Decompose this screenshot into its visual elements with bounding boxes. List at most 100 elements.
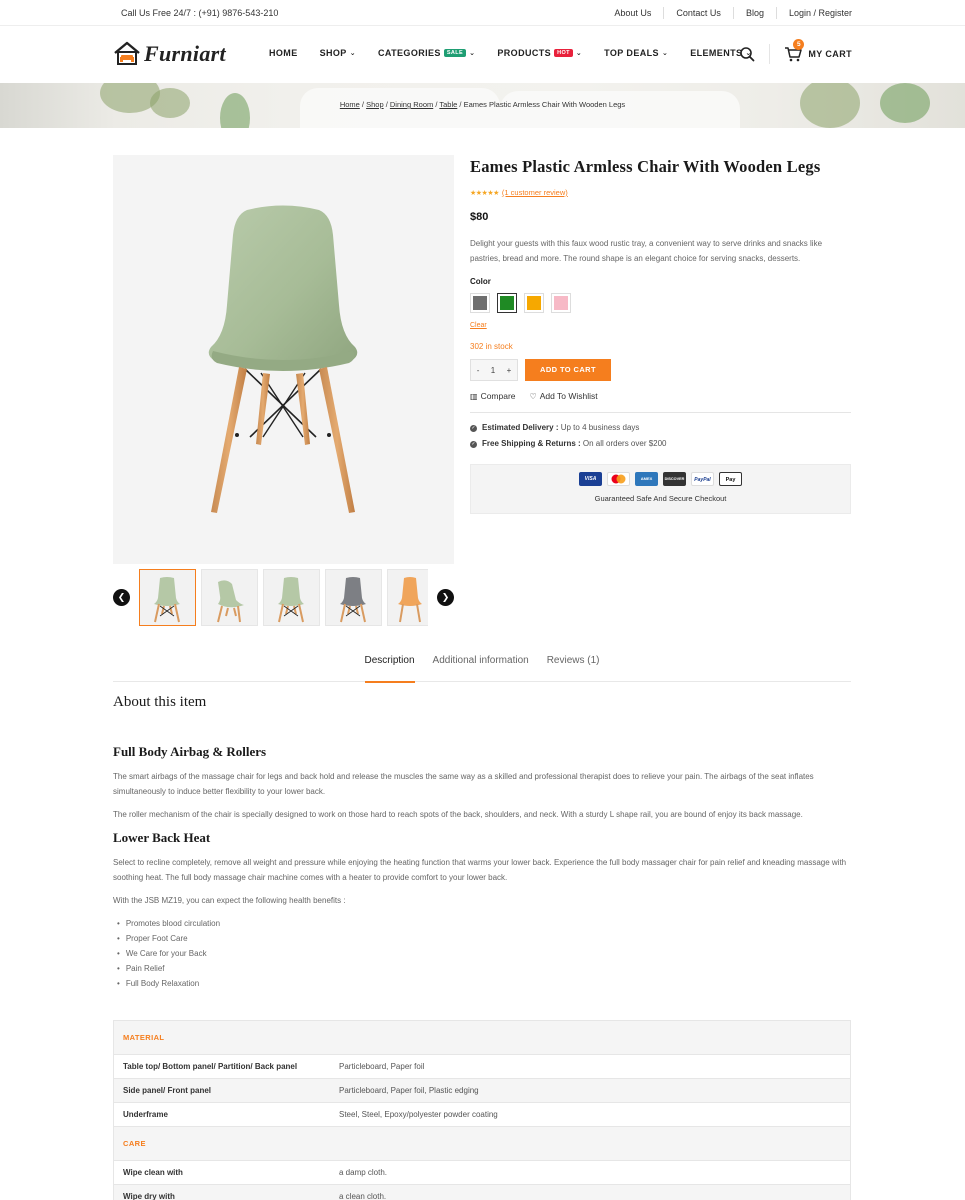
tab-reviews[interactable]: Reviews (1): [547, 650, 600, 682]
color-swatch-orange[interactable]: [524, 293, 544, 313]
thumbnail[interactable]: [263, 569, 320, 626]
quantity-stepper: - 1 +: [470, 359, 518, 381]
table-row: Underframe Steel, Steel, Epoxy/polyester…: [114, 1103, 850, 1127]
contact-us-link[interactable]: Contact Us: [664, 8, 733, 18]
nav-label: PRODUCTS: [497, 48, 552, 58]
list-item: Pain Relief: [113, 961, 851, 976]
color-swatch-gray[interactable]: [470, 293, 490, 313]
nav-home[interactable]: HOME: [269, 48, 298, 58]
wishlist-label: Add To Wishlist: [539, 391, 598, 401]
clear-selection-link[interactable]: Clear: [470, 322, 851, 329]
cart-count-badge: 5: [793, 39, 805, 50]
add-to-cart-button[interactable]: ADD TO CART: [525, 359, 611, 381]
thumbnail[interactable]: [139, 569, 196, 626]
shipping-value: On all orders over $200: [582, 439, 667, 448]
nav-categories[interactable]: CATEGORIES SALE ⌄: [378, 48, 475, 58]
product-actions: ▥ Compare ♡ Add To Wishlist: [470, 391, 851, 401]
payment-methods: VISA AMEX DISCOVER PayPal Pay: [471, 472, 850, 486]
spec-key: Wipe dry with: [123, 1192, 175, 1200]
sofa-decoration: [500, 91, 740, 128]
table-section-header: CARE: [114, 1127, 850, 1161]
compare-button[interactable]: ▥ Compare: [470, 391, 516, 401]
top-links: About Us Contact Us Blog Login / Registe…: [602, 7, 852, 19]
nav-label: CATEGORIES: [377, 48, 441, 58]
product-main-image[interactable]: [113, 155, 454, 564]
main-nav: HOME SHOP ⌄ CATEGORIES SALE ⌄ PRODUCTS HOT ⌄ …: [269, 48, 774, 58]
hot-badge: HOT: [554, 49, 573, 57]
qty-input[interactable]: 1: [491, 366, 495, 375]
thumbnail[interactable]: [201, 569, 258, 626]
nav-shop[interactable]: SHOP ⌄: [320, 48, 356, 58]
sofa-logo-icon: [113, 41, 141, 67]
spec-value: Particleboard, Paper foil, Plastic edgin…: [339, 1086, 479, 1095]
amex-card-icon: AMEX: [635, 472, 658, 486]
visa-card-icon: VISA: [579, 472, 602, 486]
delivery-label: Estimated Delivery :: [482, 423, 559, 432]
breadcrumb-table[interactable]: Table: [439, 100, 457, 109]
section-heading: Full Body Airbag & Rollers: [113, 744, 267, 759]
site-header: Furniart HOME SHOP ⌄ CATEGORIES SALE ⌄ PROD…: [0, 26, 965, 83]
product-price: $80: [470, 211, 489, 223]
nav-products[interactable]: PRODUCTS HOT ⌄: [497, 48, 582, 58]
top-bar: Call Us Free 24/7 : (+91) 9876-543-210 A…: [0, 0, 965, 26]
breadcrumb: Home / Shop / Dining Room / Table / Eame…: [339, 100, 626, 109]
discover-card-icon: DISCOVER: [663, 472, 686, 486]
header-actions: 5 MY CART: [739, 39, 852, 64]
color-swatch-pink[interactable]: [551, 293, 571, 313]
chevron-down-icon: ⌄: [575, 50, 583, 57]
thumbnail[interactable]: [387, 569, 428, 626]
apple-pay-icon: Pay: [719, 472, 742, 486]
color-swatch-green[interactable]: [497, 293, 517, 313]
table-row: Side panel/ Front panel Particleboard, Pa…: [114, 1079, 850, 1103]
spec-value: Particleboard, Paper foil: [339, 1062, 425, 1071]
breadcrumb-home[interactable]: Home: [340, 100, 360, 109]
breadcrumb-dining-room[interactable]: Dining Room: [390, 100, 433, 109]
customer-review-link[interactable]: (1 customer review): [502, 188, 568, 197]
about-heading: About this item: [113, 694, 207, 710]
blog-link[interactable]: Blog: [734, 8, 776, 18]
product-short-description: Delight your guests with this faux wood …: [470, 239, 823, 263]
logo-text: Furniart: [144, 41, 226, 66]
table-row: Wipe clean with a damp cloth.: [114, 1161, 850, 1185]
section-label: MATERIAL: [123, 1033, 165, 1042]
benefits-list: Promotes blood circulation Proper Foot C…: [113, 916, 851, 991]
thumbnail[interactable]: [325, 569, 382, 626]
table-section-header: MATERIAL: [114, 1021, 850, 1055]
product-thumbnails: ❮ ❯: [113, 569, 454, 627]
list-item: Full Body Relaxation: [113, 976, 851, 991]
wishlist-button[interactable]: ♡ Add To Wishlist: [530, 391, 598, 401]
my-cart-link[interactable]: MY CART: [808, 49, 852, 59]
login-register-link[interactable]: Login / Register: [777, 8, 852, 18]
chevron-down-icon: ⌄: [349, 50, 356, 57]
chevron-down-icon: ⌄: [661, 50, 669, 57]
secure-checkout-text: Guaranteed Safe And Secure Checkout: [594, 494, 727, 503]
cart-icon[interactable]: 5: [784, 39, 805, 62]
qty-decrease-button[interactable]: -: [477, 366, 480, 375]
product-title: Eames Plastic Armless Chair With Wooden …: [470, 157, 821, 176]
stock-status: 302 in stock: [470, 342, 513, 351]
spec-key: Underframe: [123, 1110, 168, 1119]
prev-arrow-icon[interactable]: ❮: [113, 589, 130, 606]
nav-top-deals[interactable]: TOP DEALS ⌄: [604, 48, 668, 58]
about-us-link[interactable]: About Us: [602, 8, 663, 18]
shipping-info: ✓ Estimated Delivery : Up to 4 business d…: [470, 420, 851, 452]
logo[interactable]: Furniart: [113, 41, 226, 67]
next-arrow-icon[interactable]: ❯: [437, 589, 454, 606]
secure-checkout-box: VISA AMEX DISCOVER PayPal Pay Guaranteed…: [470, 464, 851, 514]
paragraph: Select to recline completely, remove all…: [113, 858, 847, 882]
nav-label: SHOP: [319, 48, 347, 58]
breadcrumb-shop[interactable]: Shop: [366, 100, 384, 109]
list-item: Proper Foot Care: [113, 931, 851, 946]
heart-icon: ♡: [529, 391, 537, 401]
section-label: CARE: [123, 1139, 146, 1148]
delivery-value: Up to 4 business days: [560, 423, 640, 432]
search-icon[interactable]: [739, 46, 755, 62]
nav-label: ELEMENTS: [690, 48, 743, 58]
spec-value: a clean cloth.: [339, 1192, 387, 1200]
tab-additional-information[interactable]: Additional information: [433, 650, 529, 682]
product-summary: Eames Plastic Armless Chair With Wooden …: [470, 155, 851, 514]
plant-decoration: [220, 93, 250, 128]
tab-description[interactable]: Description: [364, 650, 415, 683]
table-row: Table top/ Bottom panel/ Partition/ Back…: [114, 1055, 850, 1079]
qty-increase-button[interactable]: +: [507, 366, 512, 375]
